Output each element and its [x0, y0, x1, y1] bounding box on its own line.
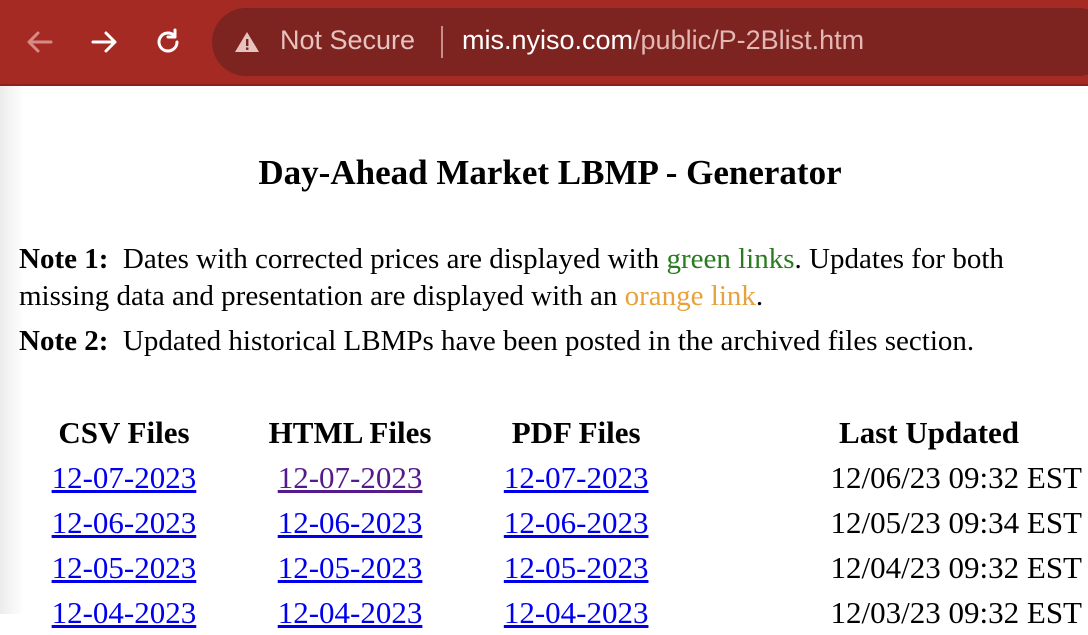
- html-file-link[interactable]: 12-06-2023: [278, 505, 423, 540]
- security-status-label[interactable]: Not Secure: [280, 25, 415, 56]
- note-1-text-c: .: [755, 280, 764, 312]
- table-row: 12-06-2023 12-06-2023 12-06-2023 12/05/2…: [0, 500, 1088, 545]
- table-row: 12-05-2023 12-05-2023 12-05-2023 12/04/2…: [0, 545, 1088, 590]
- pdf-file-link[interactable]: 12-06-2023: [504, 505, 649, 540]
- html-file-link[interactable]: 12-05-2023: [278, 550, 423, 585]
- last-updated-cell: 12/06/23 09:32 EST: [830, 459, 1082, 495]
- back-arrow-icon[interactable]: [22, 24, 58, 60]
- table-row: 12-07-2023 12-07-2023 12-07-2023 12/06/2…: [0, 455, 1088, 500]
- pdf-file-link[interactable]: 12-07-2023: [504, 460, 649, 495]
- header-html-files: HTML Files: [268, 414, 432, 450]
- pdf-file-link[interactable]: 12-05-2023: [504, 550, 649, 585]
- green-links-text: green links: [666, 243, 795, 275]
- last-updated-cell: 12/05/23 09:34 EST: [830, 504, 1082, 540]
- files-table: CSV Files HTML Files PDF Files Last Upda…: [0, 410, 1088, 635]
- note-1: Note 1: Dates with corrected prices are …: [19, 241, 1079, 315]
- warning-triangle-icon[interactable]: [234, 30, 260, 54]
- browser-toolbar: Not Secure mis.nyiso.com/public/P-2Blist…: [0, 0, 1088, 86]
- last-updated-cell: 12/03/23 09:32 EST: [830, 594, 1082, 630]
- html-file-link[interactable]: 12-04-2023: [278, 595, 423, 630]
- orange-link-text: orange link: [624, 280, 756, 312]
- header-csv-files: CSV Files: [58, 414, 190, 450]
- table-row: 12-04-2023 12-04-2023 12-04-2023 12/03/2…: [0, 590, 1088, 635]
- note-2-text: Updated historical LBMPs have been poste…: [122, 325, 975, 357]
- url-path: /public/P-2Blist.htm: [633, 25, 865, 55]
- address-bar[interactable]: Not Secure mis.nyiso.com/public/P-2Blist…: [212, 8, 1088, 76]
- reload-icon[interactable]: [150, 24, 186, 60]
- note-2: Note 2: Updated historical LBMPs have be…: [19, 323, 1079, 360]
- note-1-text-a: Dates with corrected prices are displaye…: [122, 243, 667, 275]
- url-text[interactable]: mis.nyiso.com/public/P-2Blist.htm: [462, 25, 864, 56]
- header-last-updated: Last Updated: [839, 414, 1020, 450]
- url-divider: [441, 26, 443, 58]
- page-title: Day-Ahead Market LBMP - Generator: [258, 153, 842, 192]
- note-1-label: Note 1:: [19, 243, 109, 275]
- forward-arrow-icon[interactable]: [86, 24, 122, 60]
- csv-file-link[interactable]: 12-04-2023: [52, 595, 197, 630]
- pdf-file-link[interactable]: 12-04-2023: [504, 595, 649, 630]
- last-updated-cell: 12/04/23 09:32 EST: [830, 549, 1082, 585]
- header-pdf-files: PDF Files: [511, 414, 641, 450]
- url-host: mis.nyiso.com: [462, 25, 634, 55]
- csv-file-link[interactable]: 12-07-2023: [52, 460, 197, 495]
- csv-file-link[interactable]: 12-05-2023: [52, 550, 197, 585]
- html-file-link[interactable]: 12-07-2023: [278, 460, 423, 495]
- table-header-row: CSV Files HTML Files PDF Files Last Upda…: [0, 410, 1088, 455]
- csv-file-link[interactable]: 12-06-2023: [52, 505, 197, 540]
- note-2-label: Note 2:: [19, 325, 109, 357]
